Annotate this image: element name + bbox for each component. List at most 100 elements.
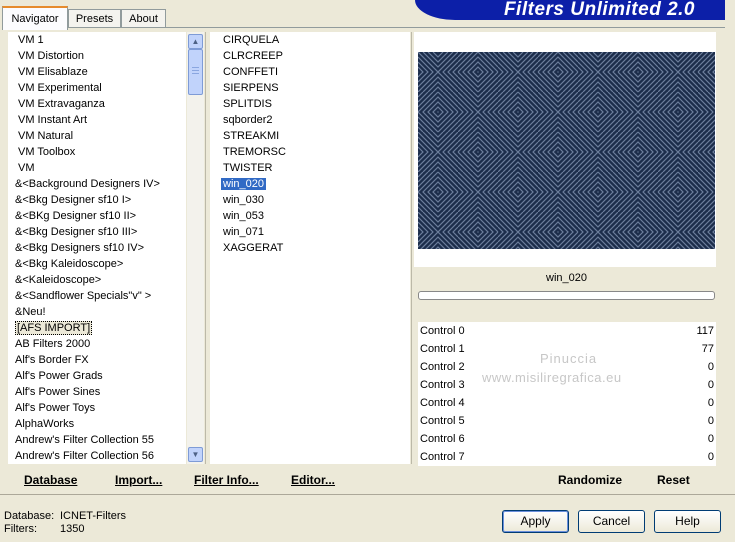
- help-button[interactable]: Help: [654, 510, 721, 533]
- apply-button[interactable]: Apply: [502, 510, 569, 533]
- filter-item[interactable]: SPLITDIS: [210, 96, 410, 112]
- tab-about[interactable]: About: [121, 9, 166, 28]
- filter-item[interactable]: SIERPENS: [210, 80, 410, 96]
- filter-item[interactable]: CLRCREEP: [210, 48, 410, 64]
- reset-button[interactable]: Reset: [657, 473, 690, 487]
- filter-list[interactable]: CIRQUELA CLRCREEP CONFFETI SIERPENS SPLITDIS…: [210, 32, 410, 464]
- control-row[interactable]: Control 7 0: [418, 448, 716, 466]
- filter-item[interactable]: CONFFETI: [210, 64, 410, 80]
- category-label: [AFS IMPORT]: [15, 321, 93, 335]
- progress-bar: [418, 291, 715, 300]
- control-row[interactable]: Control 5 0: [418, 412, 716, 430]
- category-item[interactable]: VM Experimental: [8, 80, 186, 96]
- category-item[interactable]: VM: [8, 160, 186, 176]
- watermark-url: www.misiliregrafica.eu: [482, 370, 622, 385]
- database-button[interactable]: Database: [24, 473, 77, 487]
- filters-label: Filters:: [4, 523, 37, 535]
- filter-label: win_030: [223, 194, 264, 206]
- filter-item[interactable]: sqborder2: [210, 112, 410, 128]
- control-slider[interactable]: [490, 430, 670, 448]
- control-label: Control 7: [420, 451, 465, 463]
- category-item[interactable]: VM Instant Art: [8, 112, 186, 128]
- control-value[interactable]: 0: [708, 430, 714, 448]
- filter-item[interactable]: win_071: [210, 224, 410, 240]
- filter-label: win_071: [223, 226, 264, 238]
- filter-item[interactable]: win_020: [210, 176, 410, 192]
- control-value[interactable]: 0: [708, 358, 714, 376]
- category-scrollbar[interactable]: ▲ ▼: [187, 32, 204, 464]
- scroll-thumb[interactable]: [188, 49, 203, 95]
- filter-label: win_020: [221, 178, 266, 190]
- category-item[interactable]: VM 1: [8, 32, 186, 48]
- category-item[interactable]: &<Bkg Designers sf10 IV>: [8, 240, 186, 256]
- control-slider[interactable]: [490, 322, 670, 340]
- control-slider[interactable]: [490, 412, 670, 430]
- scroll-up-icon[interactable]: ▲: [188, 34, 203, 49]
- category-item[interactable]: AB Filters 2000: [8, 336, 186, 352]
- filter-item[interactable]: TWISTER: [210, 160, 410, 176]
- editor-button[interactable]: Editor...: [291, 473, 335, 487]
- category-item[interactable]: &<Bkg Kaleidoscope>: [8, 256, 186, 272]
- filter-item[interactable]: TREMORSC: [210, 144, 410, 160]
- control-value[interactable]: 0: [708, 394, 714, 412]
- category-item[interactable]: Andrew's Filter Collection 56: [8, 448, 186, 464]
- category-item[interactable]: &<Bkg Designer sf10 III>: [8, 224, 186, 240]
- control-value[interactable]: 0: [708, 376, 714, 394]
- scroll-down-icon[interactable]: ▼: [188, 447, 203, 462]
- category-item[interactable]: Andrew's Filter Collection 55: [8, 432, 186, 448]
- title-banner: Filters Unlimited 2.0: [415, 0, 735, 20]
- category-label: &<BKg Designer sf10 II>: [15, 210, 137, 222]
- category-label: &<Bkg Kaleidoscope>: [15, 258, 124, 270]
- category-item[interactable]: VM Natural: [8, 128, 186, 144]
- category-item[interactable]: &Neu!: [8, 304, 186, 320]
- category-label: Alf's Power Sines: [15, 386, 101, 398]
- category-item[interactable]: &<Background Designers IV>: [8, 176, 186, 192]
- divider: [411, 32, 412, 464]
- filter-info-button[interactable]: Filter Info...: [194, 473, 259, 487]
- category-item[interactable]: VM Toolbox: [8, 144, 186, 160]
- category-item[interactable]: Alf's Power Sines: [8, 384, 186, 400]
- tab-navigator[interactable]: Navigator: [2, 6, 68, 30]
- category-item[interactable]: &<Sandflower Specials"v" >: [8, 288, 186, 304]
- category-item[interactable]: Alf's Power Grads: [8, 368, 186, 384]
- filter-item[interactable]: XAGGERAT: [210, 240, 410, 256]
- category-item[interactable]: VM Distortion: [8, 48, 186, 64]
- category-label: VM Experimental: [18, 82, 102, 94]
- control-slider[interactable]: [490, 394, 670, 412]
- category-label: &Neu!: [15, 306, 46, 318]
- filter-label: SPLITDIS: [223, 98, 272, 110]
- import-button[interactable]: Import...: [115, 473, 162, 487]
- category-item[interactable]: VM Elisablaze: [8, 64, 186, 80]
- category-item[interactable]: Alf's Power Toys: [8, 400, 186, 416]
- control-row[interactable]: Control 4 0: [418, 394, 716, 412]
- category-item[interactable]: AlphaWorks: [8, 416, 186, 432]
- filter-label: sqborder2: [223, 114, 273, 126]
- control-value[interactable]: 77: [702, 340, 714, 358]
- control-value[interactable]: 117: [696, 322, 714, 340]
- category-item[interactable]: &<Bkg Designer sf10 I>: [8, 192, 186, 208]
- category-item[interactable]: &<Kaleidoscope>: [8, 272, 186, 288]
- filter-item[interactable]: STREAKMI: [210, 128, 410, 144]
- category-list[interactable]: VM 1 VM Distortion VM Elisablaze VM Experim…: [8, 32, 186, 464]
- control-value[interactable]: 0: [708, 448, 714, 466]
- category-item[interactable]: [AFS IMPORT]: [8, 320, 186, 336]
- tab-presets[interactable]: Presets: [68, 9, 121, 28]
- cancel-button[interactable]: Cancel: [578, 510, 645, 533]
- category-item[interactable]: &<BKg Designer sf10 II>: [8, 208, 186, 224]
- app-title: Filters Unlimited 2.0: [503, 0, 695, 20]
- randomize-button[interactable]: Randomize: [558, 473, 622, 487]
- category-label: VM Toolbox: [18, 146, 76, 158]
- category-item[interactable]: Alf's Border FX: [8, 352, 186, 368]
- control-value[interactable]: 0: [708, 412, 714, 430]
- category-label: &<Bkg Designer sf10 I>: [15, 194, 132, 206]
- category-label: VM: [18, 162, 35, 174]
- filter-item[interactable]: win_030: [210, 192, 410, 208]
- control-slider[interactable]: [490, 448, 670, 466]
- control-row[interactable]: Control 0 117: [418, 322, 716, 340]
- control-row[interactable]: Control 6 0: [418, 430, 716, 448]
- filter-item[interactable]: CIRQUELA: [210, 32, 410, 48]
- category-label: VM Elisablaze: [18, 66, 88, 78]
- filter-item[interactable]: win_053: [210, 208, 410, 224]
- category-item[interactable]: VM Extravaganza: [8, 96, 186, 112]
- category-label: VM Extravaganza: [18, 98, 105, 110]
